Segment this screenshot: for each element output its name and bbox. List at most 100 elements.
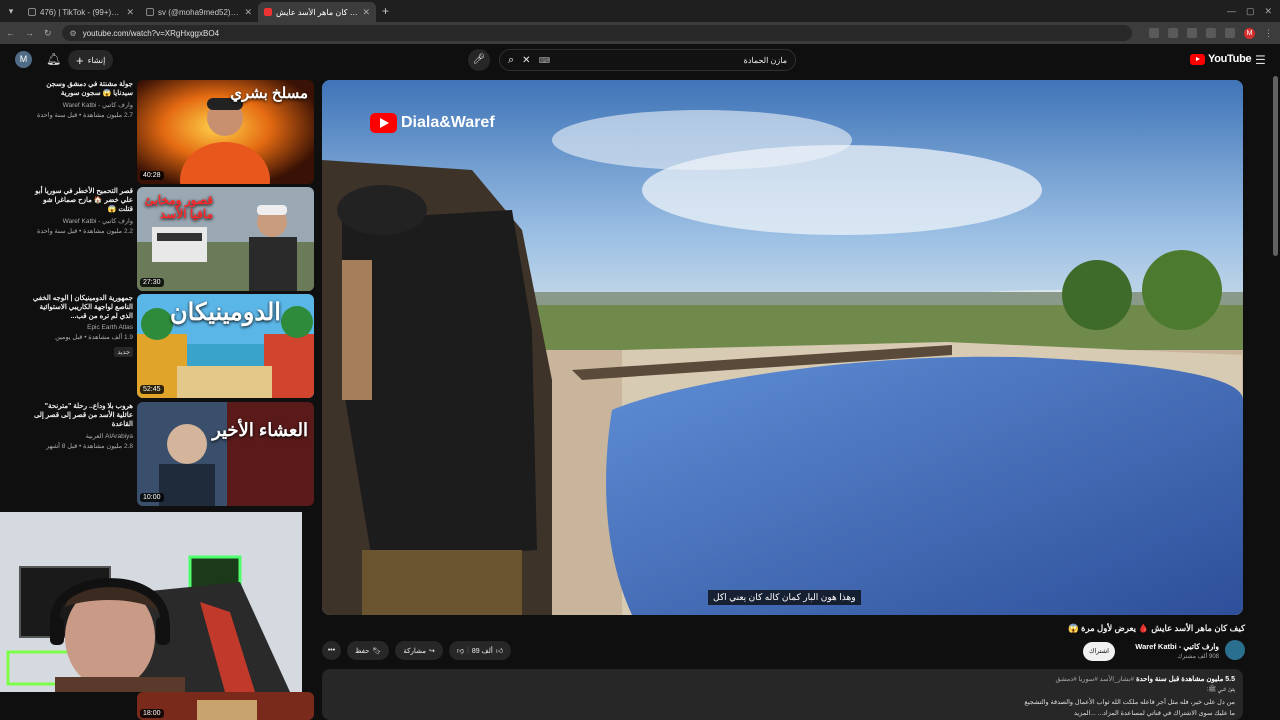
description-line: ما عليك سوى الاشتراك في قناتي لمساعدة ال… xyxy=(1074,710,1235,717)
reload-icon[interactable]: ↻ xyxy=(44,28,52,39)
browser-tab-2[interactable]: sv (@moha9med52) | TikTok ✕ xyxy=(140,2,258,22)
youtube-logo-icon xyxy=(370,113,397,133)
translate-icon[interactable] xyxy=(1149,28,1159,38)
guide-menu-icon[interactable]: ☰ xyxy=(1255,53,1266,67)
more-actions-button[interactable]: ••• xyxy=(322,641,341,660)
thumbnail-art xyxy=(137,692,314,720)
tiktok-icon xyxy=(146,8,154,16)
recommendation-item[interactable]: هروب بلا وداع.. رحلة "مترنحة" عائلية الأ… xyxy=(0,402,318,506)
tab-title: 476) | TikTok - (99+)وطن بيجي xyxy=(40,7,123,17)
youtube-logo[interactable]: YouTube xyxy=(1190,53,1252,65)
site-info-icon[interactable]: ⚙ xyxy=(70,29,77,38)
channel-name[interactable]: وارف كاتبي - Waref Katbi xyxy=(30,101,133,109)
search-box[interactable]: ⌕ ✕ ⌨ مازن الحمادة xyxy=(499,49,796,71)
tab-title: كيف كان ماهر الأسد عايش!... xyxy=(276,7,358,17)
view-count: 1.9 ألف مشاهدة • قبل يومين xyxy=(55,334,133,341)
maximize-icon[interactable]: ▢ xyxy=(1246,6,1255,17)
new-tab-button[interactable]: + xyxy=(382,4,389,18)
thumbnail-art xyxy=(137,402,314,506)
url-text: youtube.com/watch?v=XRgHxggxBO4 xyxy=(82,28,220,38)
youtube-play-icon xyxy=(1190,53,1205,65)
channel-name[interactable]: وارف كاتبي - Waref Katbi xyxy=(1135,642,1219,651)
create-label: إنشاء xyxy=(87,55,106,65)
browser-toolbar: ← → ↻ ⚙ youtube.com/watch?v=XRgHxggxBO4 … xyxy=(0,22,1280,44)
video-thumbnail[interactable]: قصور ومخابئ مافيا الأسد xyxy=(137,187,314,291)
close-tab-icon[interactable]: ✕ xyxy=(244,7,252,18)
clear-search-icon[interactable]: ✕ xyxy=(522,55,530,66)
subscribe-button[interactable]: اشتراك xyxy=(1083,642,1115,661)
channel-info[interactable]: وارف كاتبي - Waref Katbi 908 ألف مشترك xyxy=(1095,640,1245,662)
channel-name[interactable]: وارف كاتبي - Waref Katbi xyxy=(30,217,133,225)
like-count: 89 ألف xyxy=(471,647,493,655)
recommendation-meta: جمهورية الدومينيكان | الوجه الخفي الناصع… xyxy=(30,294,133,359)
browser-tab-1[interactable]: 476) | TikTok - (99+)وطن بيجي ✕ xyxy=(22,2,140,22)
video-player[interactable] xyxy=(322,80,1243,615)
back-icon[interactable]: ← xyxy=(6,28,15,38)
video-thumbnail[interactable] xyxy=(137,692,314,720)
description-box[interactable]: 5.5 مليون مشاهدة قبل سنة واحدة #بشار_الأ… xyxy=(322,669,1243,720)
share-label: مشاركة xyxy=(403,647,426,655)
account-avatar[interactable]: M xyxy=(15,51,32,68)
recommendation-item[interactable]: 18:00 xyxy=(0,692,318,720)
close-tab-icon[interactable]: ✕ xyxy=(362,7,370,18)
address-bar[interactable]: ⚙ youtube.com/watch?v=XRgHxggxBO4 xyxy=(61,25,1132,41)
forward-icon[interactable]: → xyxy=(25,28,34,38)
youtube-icon xyxy=(264,8,272,16)
keyboard-icon[interactable]: ⌨ xyxy=(539,56,551,65)
voice-search-mic-icon[interactable]: 🎤︎ xyxy=(468,49,490,71)
browser-menu-icon[interactable]: ⋮ xyxy=(1264,28,1274,38)
recommendation-item[interactable]: قصر التحميح الأخطر في سوريا أبو علي خضر … xyxy=(0,187,318,291)
view-count: 2.8 مليون مشاهدة • قبل 8 أشهر xyxy=(46,443,133,450)
channel-avatar[interactable] xyxy=(1225,640,1245,660)
channel-name[interactable]: Epic Earth Atlas xyxy=(30,324,133,331)
cast-icon[interactable] xyxy=(1168,28,1178,38)
watermark-text: Diala&Waref xyxy=(401,114,495,131)
recommendation-item[interactable]: جولة مشنتة في دمشق وسجن سيدنايا 😱 سجون س… xyxy=(0,80,318,184)
video-title[interactable]: قصر التحميح الأخطر في سوريا أبو علي خضر … xyxy=(30,187,133,214)
bookmark-star-icon[interactable] xyxy=(1187,28,1197,38)
bookmark-icon: 🔖︎ xyxy=(372,647,382,655)
video-title[interactable]: جمهورية الدومينيكان | الوجه الخفي الناصع… xyxy=(30,294,133,321)
hashtags[interactable]: #بشار_الأسد #سوريا #دمشق xyxy=(1056,676,1135,683)
video-thumbnail[interactable]: مسلخ بشري xyxy=(137,80,314,184)
dislike-icon[interactable]: 👎︎ xyxy=(457,646,464,655)
video-thumbnail[interactable]: الدومينيكان xyxy=(137,294,314,398)
browser-tab-strip: ▾ 476) | TikTok - (99+)وطن بيجي ✕ sv (@m… xyxy=(0,0,1280,22)
thumbnail-overlay-text: الدومينيكان xyxy=(170,299,281,326)
video-title[interactable]: هروب بلا وداع.. رحلة "مترنحة" عائلية الأ… xyxy=(30,402,133,429)
search-input[interactable]: مازن الحمادة xyxy=(558,56,787,65)
video-duration: 52:45 xyxy=(140,385,164,394)
media-icon[interactable] xyxy=(1225,28,1235,38)
webcam-feed xyxy=(0,512,302,692)
app-root: ▾ 476) | TikTok - (99+)وطن بيجي ✕ sv (@m… xyxy=(0,0,1280,720)
profile-icon[interactable]: M xyxy=(1244,27,1255,39)
thumbnail-overlay-text: مسلخ بشري xyxy=(230,85,308,102)
thumbnail-overlay-text: قصور ومخابئ مافيا الأسد xyxy=(144,193,213,221)
tab-search-icon[interactable]: ▾ xyxy=(0,0,22,22)
video-title[interactable]: جولة مشنتة في دمشق وسجن سيدنايا 😱 سجون س… xyxy=(30,80,133,98)
minimize-icon[interactable]: — xyxy=(1227,6,1236,17)
close-tab-icon[interactable]: ✕ xyxy=(126,7,134,18)
share-icon: ↪ xyxy=(429,647,435,655)
create-button[interactable]: + إنشاء xyxy=(68,50,114,70)
description-line: من دل على خير، فله مثل أجر فاعله ملكت ال… xyxy=(1024,699,1235,706)
video-title: كيف كان ماهر الأسد عايش 🩸 يعرض لأول مرة … xyxy=(1068,623,1245,633)
recommendation-item[interactable]: جمهورية الدومينيكان | الوجه الخفي الناصع… xyxy=(0,294,318,398)
tiktok-icon xyxy=(28,8,36,16)
divider: | xyxy=(466,647,469,654)
browser-tab-3-active[interactable]: كيف كان ماهر الأسد عايش!... ✕ xyxy=(258,2,376,22)
save-button[interactable]: حفظ 🔖︎ xyxy=(347,641,390,660)
video-thumbnail[interactable]: العشاء الأخير xyxy=(137,402,314,506)
action-bar: ••• حفظ 🔖︎ مشاركة ↪ 👎︎ | 89 ألف 👍︎ xyxy=(322,641,512,661)
page-scrollbar[interactable] xyxy=(1273,76,1278,256)
like-icon[interactable]: 👍︎ xyxy=(496,646,503,655)
view-stats: 5.5 مليون مشاهدة قبل سنة واحدة #بشار_الأ… xyxy=(330,675,1236,683)
share-button[interactable]: مشاركة ↪ xyxy=(395,641,443,660)
channel-name[interactable]: AlArabiya العربية xyxy=(30,432,133,440)
search-icon[interactable]: ⌕ xyxy=(508,54,514,67)
video-duration: 18:00 xyxy=(140,709,164,718)
recommendation-meta: هروب بلا وداع.. رحلة "مترنحة" عائلية الأ… xyxy=(30,402,133,450)
notifications-bell-icon[interactable]: 🔔︎ xyxy=(46,52,61,66)
close-window-icon[interactable]: ✕ xyxy=(1264,6,1272,17)
extensions-icon[interactable] xyxy=(1206,28,1216,38)
